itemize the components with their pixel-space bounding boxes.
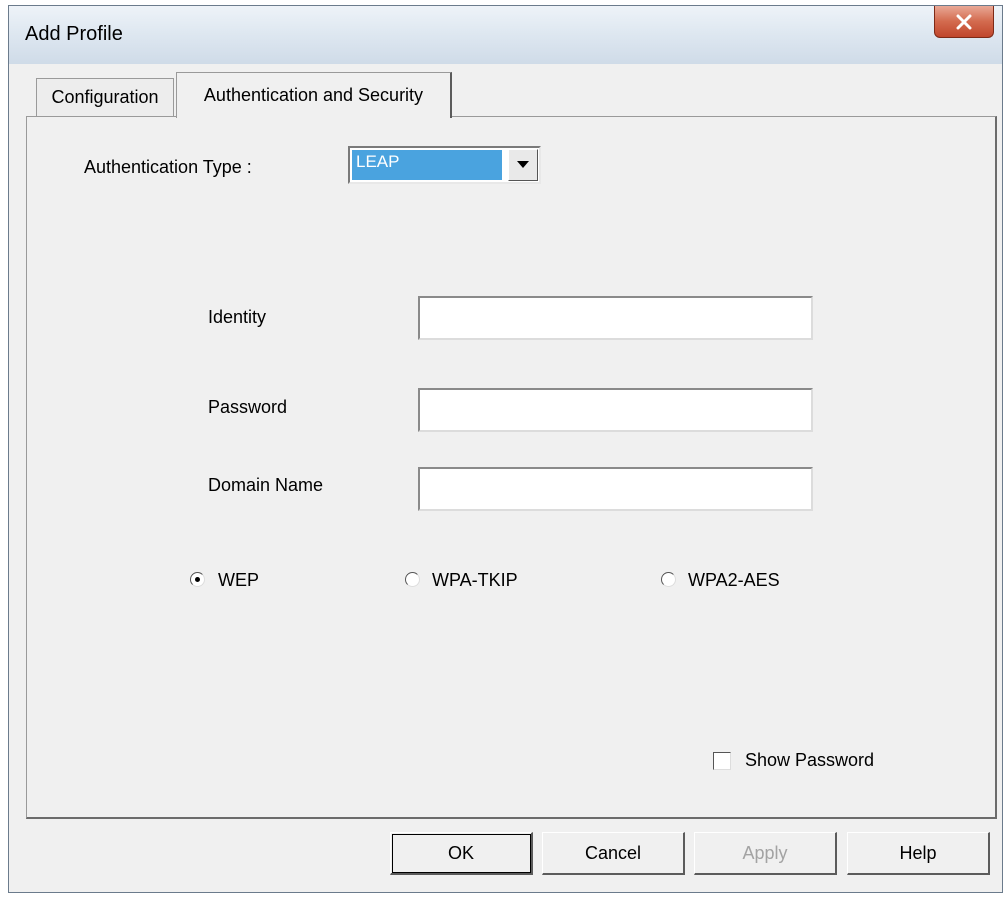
- radio-selected-dot: [195, 577, 200, 582]
- close-button[interactable]: [934, 6, 994, 38]
- wpa-tkip-radio[interactable]: [405, 572, 420, 587]
- wep-radio[interactable]: [190, 572, 205, 587]
- domain-name-label: Domain Name: [208, 475, 324, 495]
- password-label: Password: [208, 397, 288, 417]
- cancel-button[interactable]: Cancel: [542, 832, 685, 875]
- wpa2-aes-radio[interactable]: [661, 572, 676, 587]
- dropdown-arrow-button[interactable]: [508, 149, 538, 181]
- show-password-label[interactable]: Show Password: [745, 750, 874, 771]
- tab-configuration[interactable]: Configuration: [36, 78, 174, 116]
- identity-label: Identity: [208, 307, 267, 327]
- title-bar[interactable]: Add Profile: [9, 6, 1002, 64]
- tab-authentication-and-security[interactable]: Authentication and Security: [176, 72, 452, 118]
- domain-name-input[interactable]: [418, 467, 813, 511]
- password-input[interactable]: [418, 388, 813, 432]
- show-password-checkbox[interactable]: [713, 752, 731, 770]
- authentication-type-label: Authentication Type :: [84, 157, 252, 177]
- wpa-tkip-label[interactable]: WPA-TKIP: [432, 570, 518, 591]
- chevron-down-icon: [517, 161, 529, 168]
- wpa2-aes-label[interactable]: WPA2-AES: [688, 570, 780, 591]
- apply-button[interactable]: Apply: [694, 832, 837, 875]
- help-button[interactable]: Help: [847, 832, 990, 875]
- authentication-type-select[interactable]: LEAP: [348, 146, 541, 184]
- ok-button[interactable]: OK: [390, 832, 533, 875]
- identity-input[interactable]: [418, 296, 813, 340]
- wep-label[interactable]: WEP: [218, 570, 259, 591]
- authentication-type-value: LEAP: [352, 150, 502, 180]
- window-title: Add Profile: [25, 23, 123, 45]
- close-icon: [955, 14, 973, 30]
